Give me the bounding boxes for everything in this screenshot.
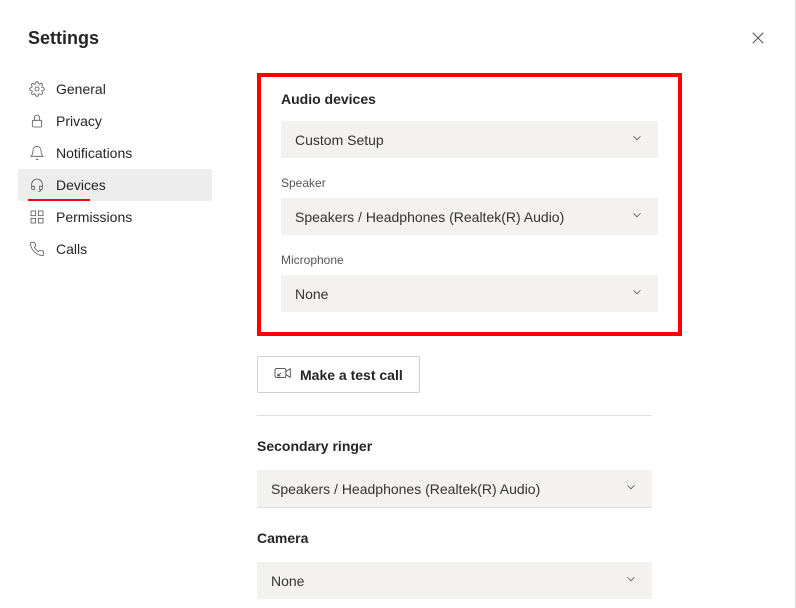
secondary-ringer-title: Secondary ringer [257,438,652,454]
sidebar-item-calls[interactable]: Calls [18,233,212,265]
button-label: Make a test call [300,367,403,383]
sidebar-item-label: Calls [56,241,87,257]
audio-devices-title: Audio devices [281,91,658,107]
bell-icon [28,144,46,162]
apps-icon [28,208,46,226]
phone-icon [28,240,46,258]
sidebar-item-devices[interactable]: Devices [18,169,212,201]
microphone-select[interactable]: None [281,275,658,312]
settings-main: Audio devices Custom Setup Speaker Speak… [212,67,795,599]
sidebar-item-notifications[interactable]: Notifications [18,137,212,169]
speaker-select[interactable]: Speakers / Headphones (Realtek(R) Audio) [281,198,658,235]
select-value: Speakers / Headphones (Realtek(R) Audio) [295,209,564,225]
headset-icon [28,176,46,194]
gear-icon [28,80,46,98]
sidebar-item-privacy[interactable]: Privacy [18,105,212,137]
audio-device-select[interactable]: Custom Setup [281,121,658,158]
secondary-ringer-select[interactable]: Speakers / Headphones (Realtek(R) Audio) [257,470,652,507]
chevron-down-icon [624,480,638,497]
sidebar-item-label: Privacy [56,113,102,129]
camera-select[interactable]: None [257,562,652,599]
sidebar-item-label: General [56,81,106,97]
sidebar-item-label: Notifications [56,145,132,161]
select-value: None [295,286,328,302]
divider [257,507,652,508]
page-title: Settings [28,28,795,49]
sidebar-item-label: Permissions [56,209,132,225]
select-value: None [271,573,304,589]
test-call-icon [274,365,292,384]
close-button[interactable] [751,30,765,48]
sidebar-item-permissions[interactable]: Permissions [18,201,212,233]
divider [257,415,652,416]
chevron-down-icon [630,131,644,148]
audio-devices-highlight: Audio devices Custom Setup Speaker Speak… [257,73,682,336]
microphone-label: Microphone [281,253,658,267]
lock-icon [28,112,46,130]
chevron-down-icon [624,572,638,589]
select-value: Speakers / Headphones (Realtek(R) Audio) [271,481,540,497]
camera-title: Camera [257,530,652,546]
chevron-down-icon [630,285,644,302]
select-value: Custom Setup [295,132,384,148]
chevron-down-icon [630,208,644,225]
sidebar-item-label: Devices [56,177,106,193]
make-test-call-button[interactable]: Make a test call [257,356,420,393]
speaker-label: Speaker [281,176,658,190]
sidebar-item-general[interactable]: General [18,73,212,105]
settings-sidebar: General Privacy Notifications Devices [0,67,212,599]
